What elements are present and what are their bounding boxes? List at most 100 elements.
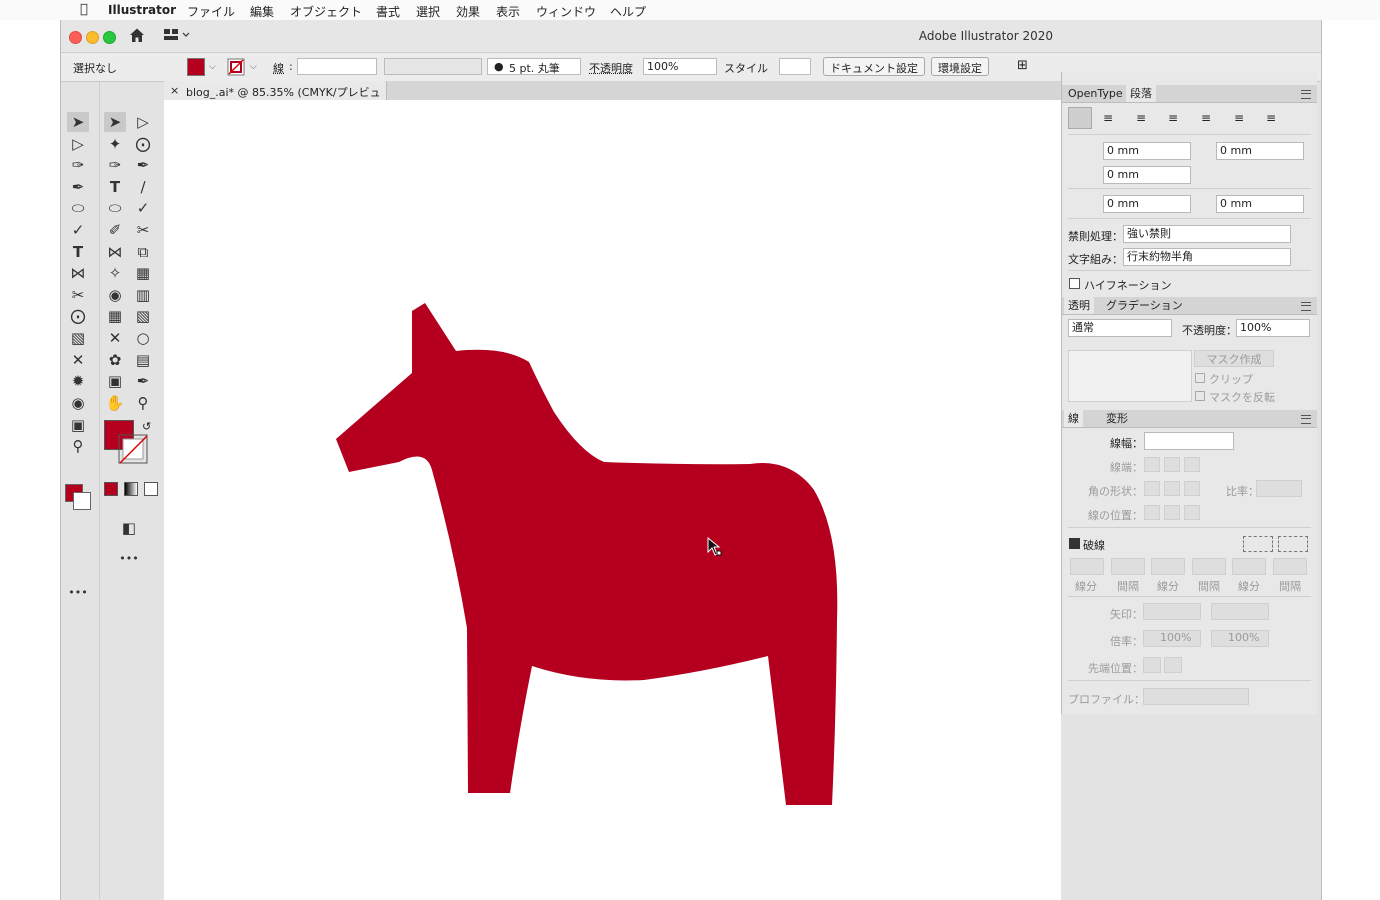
gap-field-2[interactable] [1192, 558, 1226, 575]
justify-center-icon[interactable]: ≡ [1201, 111, 1211, 125]
stroke-weight-field[interactable] [1144, 432, 1234, 450]
curvature-tool-icon[interactable]: ✒ [132, 155, 154, 175]
miter-join-icon[interactable] [1144, 481, 1160, 496]
shape-builder-tool-icon[interactable]: ◉ [67, 393, 89, 413]
shape-builder-tool-icon[interactable]: ◉ [104, 285, 126, 305]
swap-fill-stroke-icon[interactable]: ↺ [142, 420, 151, 433]
pen-tool-icon[interactable]: ✑ [104, 155, 126, 175]
hyphenation-checkbox[interactable] [1069, 278, 1080, 289]
eyedropper-tool-icon[interactable]: ✕ [67, 350, 89, 370]
minimize-window-icon[interactable] [86, 31, 99, 44]
tab-paragraph[interactable]: 段落 [1126, 85, 1156, 102]
invert-mask-checkbox[interactable] [1195, 391, 1205, 401]
artboard-canvas[interactable] [164, 100, 1061, 900]
selection-tool-icon[interactable]: ➤ [104, 112, 126, 132]
panel-menu-icon[interactable] [1301, 302, 1311, 311]
reflect-tool-icon[interactable]: ⋈ [104, 242, 126, 262]
dash-field-2[interactable] [1151, 558, 1185, 575]
app-menu[interactable]: Illustrator [108, 3, 176, 17]
home-icon[interactable] [129, 27, 145, 43]
panel-menu-icon[interactable] [1301, 415, 1311, 424]
column-graph-tool-icon[interactable]: ▤ [132, 350, 154, 370]
direct-selection-tool-icon[interactable]: ▷ [67, 134, 89, 154]
tab-gradient[interactable]: グラデーション [1102, 297, 1187, 314]
pen-tool-icon[interactable]: ✑ [67, 155, 89, 175]
ellipse-tool-icon[interactable]: ⬭ [104, 198, 126, 218]
slice-tool-icon[interactable]: ✒ [132, 371, 154, 391]
dash-field-1[interactable] [1070, 558, 1104, 575]
direct-selection-tool-icon[interactable]: ▷ [132, 112, 154, 132]
gap-field-3[interactable] [1273, 558, 1307, 575]
stroke-swatch-small[interactable] [73, 492, 91, 510]
document-tab[interactable]: × blog_.ai* @ 85.35% (CMYK/プレビュー) [164, 81, 387, 115]
tab-transparency[interactable]: 透明 [1064, 297, 1094, 314]
edit-toolbar-icon[interactable]: ••• [118, 548, 140, 568]
fill-color-swatch[interactable] [187, 58, 205, 76]
menu-help[interactable]: ヘルプ [610, 3, 646, 20]
scissors-tool-icon[interactable]: ✂ [132, 220, 154, 240]
gradient-tool-icon[interactable]: ▧ [67, 328, 89, 348]
preserve-dash-icon[interactable] [1243, 536, 1273, 552]
align-outside-stroke-icon[interactable] [1184, 505, 1200, 520]
start-arrowhead-select[interactable] [1143, 603, 1201, 620]
dash-field-3[interactable] [1232, 558, 1266, 575]
zoom-tool-icon[interactable]: ⚲ [67, 436, 89, 456]
mojikumi-select[interactable]: 行末約物半角 [1123, 248, 1291, 266]
chevron-down-icon[interactable]: ⌵ [209, 62, 216, 72]
artboard-tool-icon[interactable]: ▣ [67, 415, 89, 435]
preferences-button[interactable]: 環境設定 [931, 57, 989, 76]
menu-object[interactable]: オブジェクト [290, 3, 362, 20]
opacity-label[interactable]: 不透明度 [589, 60, 633, 76]
left-indent-field[interactable]: 0 mm [1103, 142, 1191, 160]
stroke-label[interactable]: 線 [273, 60, 284, 76]
stroke-weight-field[interactable] [297, 58, 377, 75]
menu-select[interactable]: 選択 [416, 3, 440, 20]
none-mode-icon[interactable] [144, 482, 158, 496]
butt-cap-icon[interactable] [1144, 457, 1160, 472]
width-profile-select[interactable] [1143, 688, 1249, 705]
color-mode-icon[interactable] [104, 482, 118, 496]
dashed-line-checkbox[interactable] [1069, 538, 1080, 549]
align-center-stroke-icon[interactable] [1144, 505, 1160, 520]
scale-tool-icon[interactable]: ⧉ [132, 242, 154, 262]
selection-tool-icon[interactable]: ➤ [67, 112, 89, 132]
zoom-tool-icon[interactable]: ⚲ [132, 393, 154, 413]
lasso-tool-icon[interactable]: ⨀ [67, 306, 89, 326]
right-indent-field[interactable]: 0 mm [1216, 142, 1304, 160]
dala-horse-artwork[interactable] [164, 100, 1061, 900]
magic-wand-tool-icon[interactable]: ✦ [104, 134, 126, 154]
justify-right-icon[interactable]: ≡ [1234, 111, 1244, 125]
kinsoku-select[interactable]: 強い禁則 [1123, 225, 1291, 243]
round-cap-icon[interactable] [1164, 457, 1180, 472]
menu-view[interactable]: 表示 [496, 3, 520, 20]
ellipse-tool-icon[interactable]: ⬭ [67, 198, 89, 218]
paintbrush-tool-icon[interactable]: ✓ [132, 198, 154, 218]
justify-left-icon[interactable]: ≡ [1168, 111, 1178, 125]
zoom-window-icon[interactable] [103, 31, 116, 44]
gradient-tool-icon[interactable]: ▧ [132, 306, 154, 326]
brush-definition[interactable]: ● 5 pt. 丸筆 [487, 58, 581, 75]
stroke-color-swatch[interactable] [227, 58, 245, 76]
opacity-field[interactable]: 100% [643, 58, 717, 75]
shaper-tool-icon[interactable]: ✐ [104, 220, 126, 240]
scissors-tool-icon[interactable]: ✂ [67, 285, 89, 305]
opacity-field[interactable]: 100% [1236, 319, 1310, 337]
close-window-icon[interactable] [69, 31, 82, 44]
round-join-icon[interactable] [1164, 481, 1180, 496]
menu-edit[interactable]: 編集 [250, 3, 274, 20]
eyedropper-tool-icon[interactable]: ✕ [104, 328, 126, 348]
arrow-extend-icon[interactable] [1143, 657, 1161, 673]
menu-effect[interactable]: 効果 [456, 3, 480, 20]
artboard-tool-icon[interactable]: ▣ [104, 371, 126, 391]
screen-mode-icon[interactable]: ◧ [118, 518, 140, 538]
lasso-tool-icon[interactable]: ⨀ [132, 134, 154, 154]
align-right-icon[interactable]: ≡ [1136, 111, 1146, 125]
align-dash-icon[interactable] [1278, 536, 1308, 552]
graphic-style-picker[interactable] [779, 58, 811, 75]
puppet-warp-tool-icon[interactable]: ✹ [67, 371, 89, 391]
line-segment-tool-icon[interactable]: ∕ [132, 177, 154, 197]
make-mask-button[interactable]: マスク作成 [1194, 350, 1274, 367]
reflect-tool-icon[interactable]: ⋈ [67, 263, 89, 283]
workspace-switcher-icon[interactable] [164, 28, 190, 42]
arrange-documents-icon[interactable]: ⊞ [1017, 58, 1028, 73]
